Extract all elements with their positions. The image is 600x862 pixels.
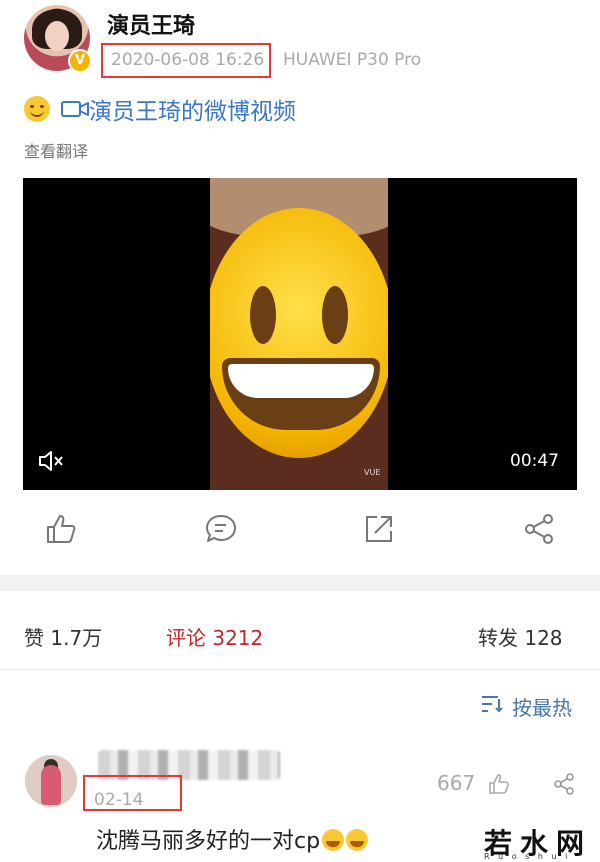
emoji-left-eye bbox=[250, 286, 276, 344]
sort-icon[interactable] bbox=[480, 693, 504, 715]
sort-hot-button[interactable]: 按最热 bbox=[512, 692, 572, 721]
face-cover-emoji-icon bbox=[210, 208, 388, 458]
comment-body: 沈腾马丽多好的一对cp bbox=[96, 829, 321, 854]
video-camera-icon bbox=[61, 101, 89, 117]
mute-icon[interactable] bbox=[37, 448, 67, 474]
section-divider bbox=[0, 575, 600, 591]
share-icon[interactable] bbox=[522, 512, 556, 546]
stats-divider bbox=[0, 669, 600, 670]
translate-link[interactable]: 查看翻译 bbox=[24, 138, 88, 162]
comment-text: 沈腾马丽多好的一对cp bbox=[96, 823, 369, 855]
video-frame: VUE bbox=[210, 178, 388, 490]
comment-share-icon[interactable] bbox=[552, 772, 576, 796]
forward-icon[interactable] bbox=[362, 512, 396, 546]
watermark-subtitle: R u o s h u i bbox=[484, 852, 571, 861]
commenter-avatar[interactable] bbox=[25, 755, 77, 807]
author-name[interactable]: 演员王琦 bbox=[107, 8, 195, 40]
thumbs-up-icon[interactable] bbox=[44, 512, 78, 546]
verified-badge-icon: V bbox=[68, 49, 92, 73]
likes-tab[interactable]: 赞 1.7万 bbox=[24, 622, 102, 651]
avatar-face bbox=[45, 21, 69, 51]
comment-thumbs-up-icon[interactable] bbox=[487, 772, 511, 796]
comment-date: 02-14 bbox=[94, 790, 144, 810]
smile-emoji-icon bbox=[24, 96, 50, 122]
blush-emoji-icon bbox=[322, 829, 345, 851]
post-timestamp: 2020-06-08 16:26 bbox=[111, 50, 265, 70]
reposts-tab[interactable]: 转发 128 bbox=[478, 622, 563, 651]
blush-emoji-icon bbox=[346, 829, 369, 851]
emoji-right-eye bbox=[322, 286, 348, 344]
comment-icon[interactable] bbox=[204, 512, 238, 546]
comment-like-count: 667 bbox=[437, 771, 476, 795]
video-player[interactable]: VUE 00:47 bbox=[23, 178, 577, 490]
comments-tab[interactable]: 评论 3212 bbox=[166, 622, 263, 651]
post-device: HUAWEI P30 Pro bbox=[283, 50, 422, 70]
avatar-figure bbox=[41, 765, 61, 805]
emoji-teeth bbox=[228, 364, 374, 398]
video-link[interactable]: 演员王琦的微博视频 bbox=[89, 92, 296, 126]
video-overlay-text: VUE bbox=[364, 468, 381, 477]
video-duration: 00:47 bbox=[510, 451, 559, 471]
